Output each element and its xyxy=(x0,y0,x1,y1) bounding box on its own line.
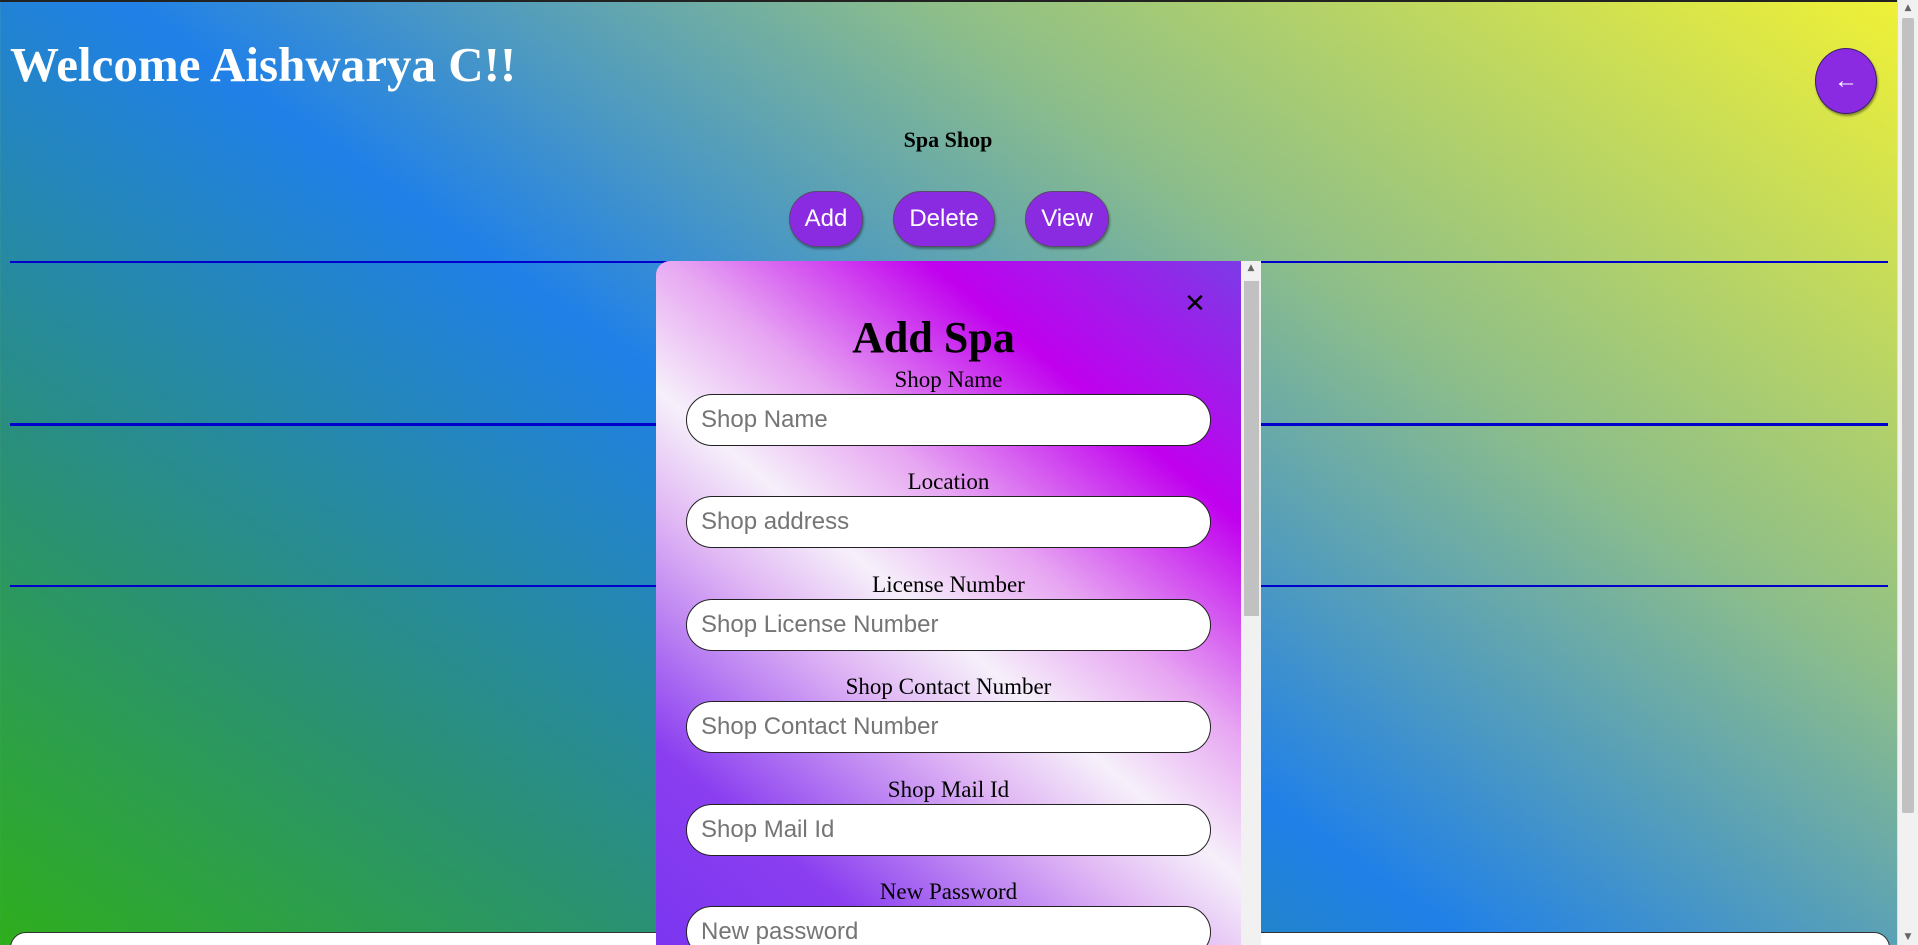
location-input[interactable] xyxy=(686,496,1211,548)
page-subtitle: Spa Shop xyxy=(903,127,993,152)
add-button[interactable]: Add xyxy=(789,191,863,247)
shop-name-input[interactable] xyxy=(686,394,1211,446)
modal-title: Add Spa xyxy=(852,313,1015,362)
window-top-border xyxy=(0,0,1918,2)
mail-id-input[interactable] xyxy=(686,804,1211,856)
scroll-up-icon[interactable]: ▲ xyxy=(1241,263,1261,273)
back-button[interactable]: ← xyxy=(1815,48,1877,114)
delete-button[interactable]: Delete xyxy=(893,191,995,247)
contact-number-label: Shop Contact Number xyxy=(845,674,1052,699)
view-button[interactable]: View xyxy=(1025,191,1109,247)
modal-scrollbar[interactable]: ▲ xyxy=(1241,261,1261,945)
new-password-input[interactable] xyxy=(686,906,1211,945)
license-number-input[interactable] xyxy=(686,599,1211,651)
modal-scrollbar-thumb[interactable] xyxy=(1244,281,1259,616)
new-password-label: New Password xyxy=(879,879,1018,904)
welcome-heading: Welcome Aishwarya C!! xyxy=(10,37,517,92)
contact-number-input[interactable] xyxy=(686,701,1211,753)
location-label: Location xyxy=(907,469,990,494)
arrow-left-icon: ← xyxy=(1834,67,1858,94)
page-scrollbar-thumb[interactable] xyxy=(1902,18,1914,813)
mail-id-label: Shop Mail Id xyxy=(887,777,1010,802)
scroll-down-icon[interactable]: ▼ xyxy=(1898,929,1918,945)
scroll-up-icon[interactable]: ▲ xyxy=(1898,0,1918,16)
license-number-label: License Number xyxy=(872,572,1025,597)
add-spa-modal: ✕ Add Spa Shop Name Location License Num… xyxy=(656,261,1241,945)
shop-name-label: Shop Name xyxy=(894,367,1003,392)
page-scrollbar[interactable]: ▲ ▼ xyxy=(1897,0,1918,945)
